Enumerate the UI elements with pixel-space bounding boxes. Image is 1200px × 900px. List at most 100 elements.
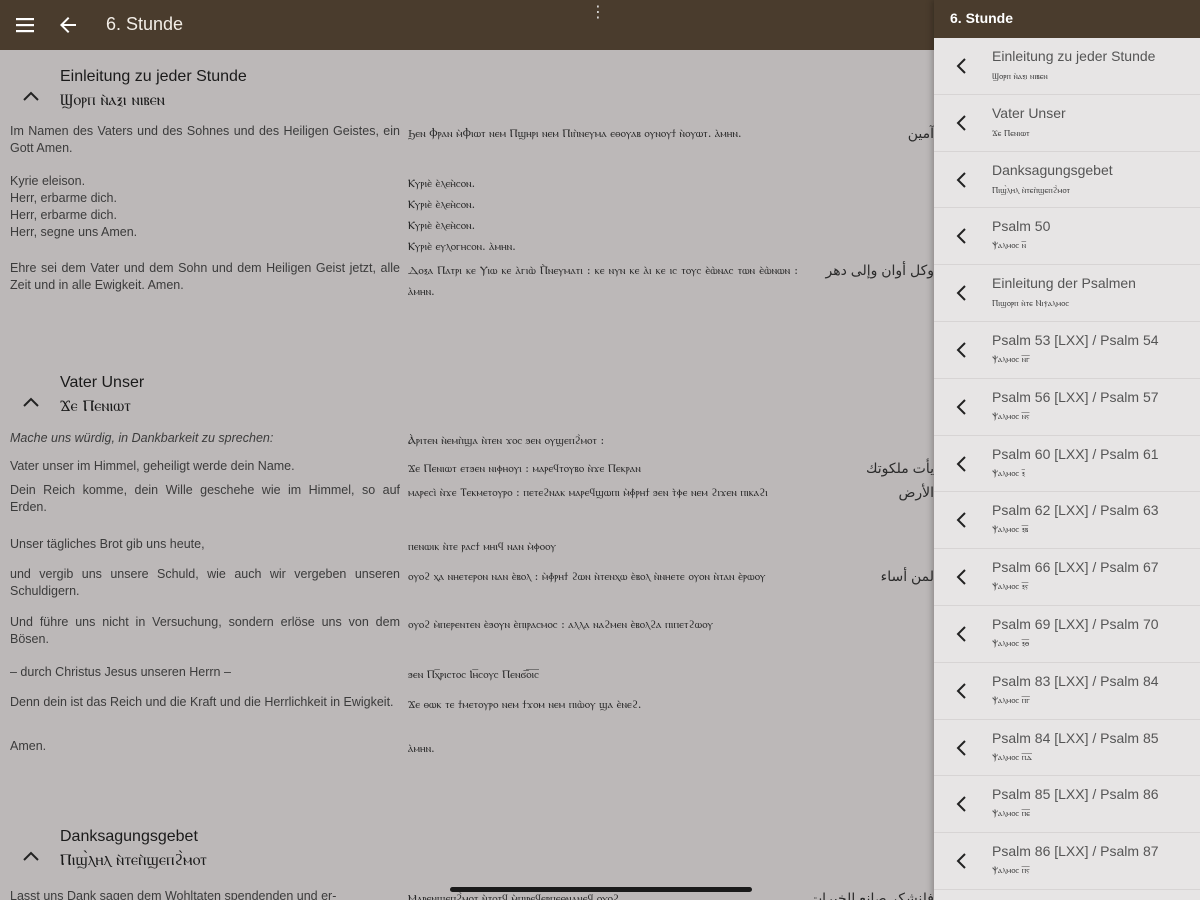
text-row: Ehre sei dem Vater und dem Sohn und dem … <box>0 260 934 310</box>
german-text: – durch Christus Jesus unseren Herrn – <box>10 665 231 679</box>
text-row: Denn dein ist das Reich und die Kraft un… <box>0 694 934 738</box>
drawer-item[interactable]: Psalm 66 [LXX] / Psalm 67 Ⲯⲁⲗⲙⲟⲥ ⲝ̅ⲋ̅ <box>934 549 1200 606</box>
drawer-item[interactable]: Psalm 62 [LXX] / Psalm 63 Ⲯⲁⲗⲙⲟⲥ ⲝ̅ⲃ̅ <box>934 492 1200 550</box>
chevron-left-icon <box>956 796 966 813</box>
drawer-item-coptic: Ⲯⲁⲗⲙⲟⲥ ⲝ̅ⲃ̅ <box>992 525 1029 536</box>
drawer-header: 6. Stunde <box>934 0 1200 38</box>
text-row: Im Namen des Vaters und des Sohnes und d… <box>0 123 934 173</box>
drawer-item-label: Danksagungsgebet <box>992 161 1113 178</box>
drawer-item[interactable]: Psalm 83 [LXX] / Psalm 84 Ⲯⲁⲗⲙⲟⲥ ⲡ̅ⲅ̅ <box>934 663 1200 720</box>
drawer-item-coptic: Ⲯⲁⲗⲙⲟⲥ ⲛ̅ <box>992 241 1027 252</box>
chevron-up-icon[interactable] <box>20 846 42 868</box>
german-text: und vergib uns unsere Schuld, wie auch w… <box>10 567 400 598</box>
chevron-left-icon <box>956 739 966 756</box>
chevron-left-icon <box>956 626 966 642</box>
drawer-item[interactable]: Einleitung der Psalmen Ⲡⲓϣⲟⲣⲡ ⲛ̀ⲧⲉ Ⲛⲓⲯⲁⲗⲙ… <box>934 265 1200 322</box>
chevron-left-icon <box>956 683 966 699</box>
drawer-title: 6. Stunde <box>950 10 1014 26</box>
section-header[interactable]: Einleitung zu jeder Stunde Ϣⲟⲣⲡ ⲛ̀ⲁⲝⲓ ⲛⲓ… <box>0 68 934 118</box>
german-text: Ehre sei dem Vater und dem Sohn und dem … <box>10 261 400 292</box>
drawer-item[interactable]: Psalm 85 [LXX] / Psalm 86 Ⲯⲁⲗⲙⲟⲥ ⲡ̅ⲉ̅ <box>934 776 1200 834</box>
text-row: Amen. ⲁ̀ⲙⲏⲛ. <box>0 738 934 762</box>
drawer-item-label: Psalm 62 [LXX] / Psalm 63 <box>992 502 1159 519</box>
drawer-item-label: Psalm 84 [LXX] / Psalm 85 <box>992 729 1159 746</box>
coptic-text: ⲟⲩⲟϩ ⲭⲁ ⲛⲏⲉⲧⲉⲣⲟⲛ ⲛⲁⲛ ⲉ̀ⲃⲟⲗ : ⲙ̀ⲫ̀ⲣⲏϯ ϩⲱⲛ… <box>408 570 766 583</box>
coptic-text: Ⲇⲟⲝⲁ Ⲡⲁⲧⲣⲓ ⲕⲉ Ⲩⲓⲱ ⲕⲉ ⲁ̀ⲅⲓⲱ̀ Ⲡ̀ⲛⲉⲩⲙⲁⲧⲓ : … <box>408 264 798 298</box>
text-row: Mache uns würdig, in Dankbarkeit zu spre… <box>0 430 934 458</box>
text-row: Kyrie eleison. Herr, erbarme dich. Herr,… <box>0 173 934 259</box>
coptic-text: Ϧⲉⲛ Ⲫⲣⲁⲛ ⲙ̀Ⲫⲓⲱⲧ ⲛⲉⲙ Ⲡϣⲏⲣⲓ ⲛⲉⲙ Ⲡⲓⲡ̀ⲛⲉⲩⲙⲁ … <box>408 127 742 140</box>
drawer-item[interactable]: Psalm 53 [LXX] / Psalm 54 Ⲯⲁⲗⲙⲟⲥ ⲛ̅ⲅ̅ <box>934 322 1200 379</box>
chevron-left-icon <box>956 399 966 415</box>
drawer-item[interactable]: Psalm 60 [LXX] / Psalm 61 Ⲯⲁⲗⲙⲟⲥ ⲝ̅ <box>934 436 1200 493</box>
section-header[interactable]: Danksagungsgebet Ⲡⲓϣ̀ⲗⲏⲗ ⲛ̀ⲧⲉⲡ̀ϣⲉⲡϩ̀ⲙⲟⲧ <box>0 828 934 878</box>
drawer-item[interactable]: Danksagungsgebet Ⲡⲓϣ̀ⲗⲏⲗ ⲛ̀ⲧⲉⲡ̀ϣⲉⲡϩ̀ⲙⲟⲧ <box>934 152 1200 209</box>
chevron-left-icon <box>956 455 966 472</box>
drawer-item-coptic: Ⲯⲁⲗⲙⲟⲥ ⲝ̅ⲋ̅ <box>992 582 1029 593</box>
drawer-item-coptic: Ⲯⲁⲗⲙⲟⲥ ⲛ̅ⲋ̅ <box>992 411 1030 422</box>
drawer-item[interactable]: Einleitung zu jeder Stunde Ϣⲟⲣⲡ ⲛ̀ⲁⲝⲓ ⲛⲓⲃ… <box>934 38 1200 95</box>
prayer-content: Einleitung zu jeder Stunde Ϣⲟⲣⲡ ⲛ̀ⲁⲝⲓ ⲛⲓ… <box>0 50 934 900</box>
overflow-dots[interactable]: ⋮ <box>590 2 607 22</box>
menu-icon[interactable] <box>14 14 36 36</box>
drawer-item-coptic: Ϣⲟⲣⲡ ⲛ̀ⲁⲝⲓ ⲛⲓⲃⲉⲛ <box>992 72 1048 82</box>
text-row: Und führe uns nicht in Versuchung, sonde… <box>0 614 934 664</box>
drawer-item-label: Psalm 66 [LXX] / Psalm 67 <box>992 559 1159 576</box>
drawer-item-coptic: Ⲯⲁⲗⲙⲟⲥ ⲡ̅ⲉ̅ <box>992 809 1031 820</box>
drawer-item[interactable]: Psalm 86 [LXX] / Psalm 87 Ⲯⲁⲗⲙⲟⲥ ⲡ̅ⲋ̅ <box>934 833 1200 890</box>
drawer-item-coptic: Ⲯⲁⲗⲙⲟⲥ ⲡ̅ⲇ̅ <box>992 752 1033 763</box>
navigation-drawer: 6. Stunde Einleitung zu jeder Stunde Ϣⲟⲣⲡ… <box>934 0 1200 900</box>
drawer-list: Einleitung zu jeder Stunde Ϣⲟⲣⲡ ⲛ̀ⲁⲝⲓ ⲛⲓⲃ… <box>934 38 1200 890</box>
page-title: 6. Stunde <box>106 14 184 34</box>
coptic-text: Ⲁ̀ⲣⲓⲧⲉⲛ ⲛ̀ⲉⲙⲡ̀ϣⲁ ⲛ̀ⲧⲉⲛ ϫⲟⲥ ϧⲉⲛ ⲟⲩϣⲉⲡϩ̀ⲙⲟ… <box>408 434 605 447</box>
section-coptic-title: Ϣⲟⲣⲡ ⲛ̀ⲁⲝⲓ ⲛⲓⲃⲉⲛ <box>60 90 165 109</box>
coptic-text: Ⲕⲩⲣⲓⲉ̀ ⲉ̀ⲗⲉⲏ̀ⲥⲟⲛ. Ⲕⲩⲣⲓⲉ̀ ⲉ̀ⲗⲉⲏ̀ⲥⲟⲛ. Ⲕⲩⲣⲓ… <box>408 177 516 253</box>
drawer-item-coptic: Ϫⲉ Ⲡⲉⲛⲓⲱⲧ <box>992 128 1030 139</box>
drawer-item-label: Psalm 69 [LXX] / Psalm 70 <box>992 615 1159 632</box>
section-header[interactable]: Vater Unser Ϫⲉ Ⲡⲉⲛⲓⲱⲧ <box>0 374 934 424</box>
drawer-item-coptic: Ⲯⲁⲗⲙⲟⲥ ⲝ̅ⲑ̅ <box>992 638 1030 649</box>
arabic-text: آمين <box>907 125 934 141</box>
drawer-item-label: Psalm 56 [LXX] / Psalm 57 <box>992 388 1159 405</box>
drawer-item[interactable]: Psalm 69 [LXX] / Psalm 70 Ⲯⲁⲗⲙⲟⲥ ⲝ̅ⲑ̅ <box>934 606 1200 663</box>
german-text: Amen. <box>10 739 47 753</box>
drawer-item-coptic: Ⲡⲓϣⲟⲣⲡ ⲛ̀ⲧⲉ Ⲛⲓⲯⲁⲗⲙⲟⲥ <box>992 299 1070 310</box>
drawer-item-coptic: Ⲯⲁⲗⲙⲟⲥ ⲡ̅ⲋ̅ <box>992 866 1030 877</box>
section-title: Danksagungsgebet <box>60 828 198 845</box>
drawer-item-label: Psalm 83 [LXX] / Psalm 84 <box>992 672 1159 689</box>
chevron-left-icon <box>956 228 966 245</box>
german-text: Kyrie eleison. Herr, erbarme dich. Herr,… <box>10 174 138 239</box>
text-row: Unser tägliches Brot gib uns heute, ⲡⲉⲛⲱ… <box>0 536 934 566</box>
chevron-up-icon[interactable] <box>20 86 42 108</box>
chevron-up-icon[interactable] <box>20 392 42 414</box>
drawer-item[interactable]: Vater Unser Ϫⲉ Ⲡⲉⲛⲓⲱⲧ <box>934 95 1200 152</box>
german-text: Mache uns würdig, in Dankbarkeit zu spre… <box>10 431 274 445</box>
arabic-text: فلنشكر صانع الخيرات <box>814 890 934 900</box>
drawer-item-label: Psalm 86 [LXX] / Psalm 87 <box>992 843 1159 860</box>
drawer-item-label: Einleitung zu jeder Stunde <box>992 48 1156 64</box>
drawer-item-coptic: Ⲯⲁⲗⲙⲟⲥ ⲝ̅ <box>992 468 1025 479</box>
arabic-text: الأرض <box>898 484 934 500</box>
german-text: Im Namen des Vaters und des Sohnes und d… <box>10 124 400 155</box>
german-text: Lasst uns Dank sagen dem Wohltaten spend… <box>10 889 337 900</box>
drawer-item[interactable]: Psalm 84 [LXX] / Psalm 85 Ⲯⲁⲗⲙⲟⲥ ⲡ̅ⲇ̅ <box>934 720 1200 777</box>
coptic-text: ϧⲉⲛ Ⲡⲭ̅ⲣⲓⲥⲧⲟⲥ Ⲓⲏ̅ⲥⲟⲩⲥ Ⲡⲉⲛϭ̅ⲟ̅ⲓ̅ⲥ̅ <box>408 668 539 681</box>
text-row: – durch Christus Jesus unseren Herrn – ϧ… <box>0 664 934 694</box>
chevron-left-icon <box>956 853 966 869</box>
drawer-item[interactable]: Psalm 50 Ⲯⲁⲗⲙⲟⲥ ⲛ̅ <box>934 208 1200 266</box>
german-text: Und führe uns nicht in Versuchung, sonde… <box>10 615 400 646</box>
back-arrow-icon[interactable] <box>56 13 80 37</box>
arabic-text: لمن أساء إلينا <box>880 568 934 584</box>
chevron-left-icon <box>956 342 966 358</box>
german-text: Vater unser im Himmel, geheiligt werde d… <box>10 459 295 473</box>
drawer-item-label: Psalm 50 <box>992 218 1051 235</box>
chevron-left-icon <box>956 285 966 301</box>
text-row: und vergib uns unsere Schuld, wie auch w… <box>0 566 934 614</box>
section-coptic-title: Ⲡⲓϣ̀ⲗⲏⲗ ⲛ̀ⲧⲉⲡ̀ϣⲉⲡϩ̀ⲙⲟⲧ <box>60 850 207 869</box>
drawer-item[interactable]: Psalm 56 [LXX] / Psalm 57 Ⲯⲁⲗⲙⲟⲥ ⲛ̅ⲋ̅ <box>934 379 1200 436</box>
arabic-text: وكل أوان وإلى دهر <box>825 262 934 278</box>
section-einleitung: Einleitung zu jeder Stunde Ϣⲟⲣⲡ ⲛ̀ⲁⲝⲓ ⲛⲓ… <box>0 68 934 304</box>
home-indicator[interactable] <box>450 887 752 892</box>
drawer-item-label: Psalm 60 [LXX] / Psalm 61 <box>992 445 1159 462</box>
section-coptic-title: Ϫⲉ Ⲡⲉⲛⲓⲱⲧ <box>60 396 131 415</box>
